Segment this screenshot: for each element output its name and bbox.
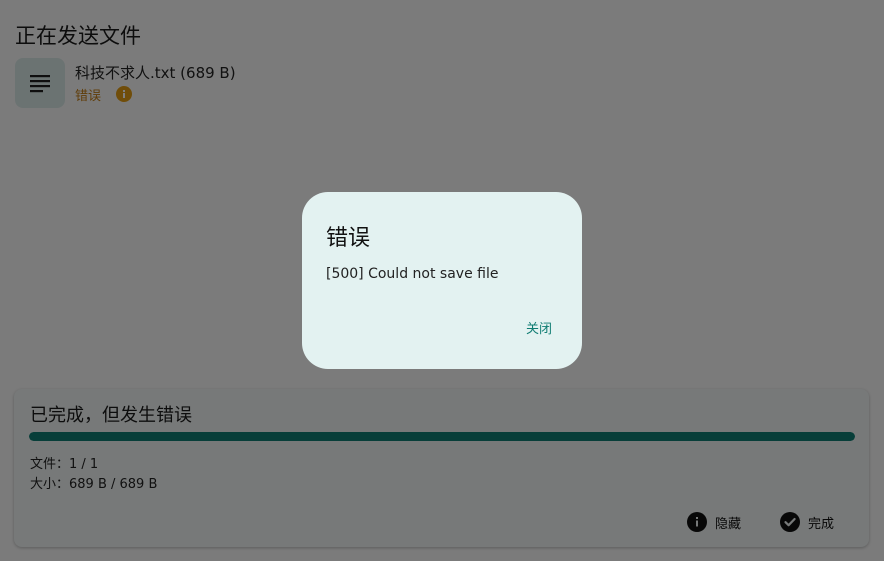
close-button[interactable]: 关闭 (526, 318, 552, 337)
dialog-message: [500] Could not save file (326, 266, 499, 282)
dialog-title: 错误 (326, 226, 371, 251)
error-dialog: 错误 [500] Could not save file 关闭 (302, 192, 582, 369)
